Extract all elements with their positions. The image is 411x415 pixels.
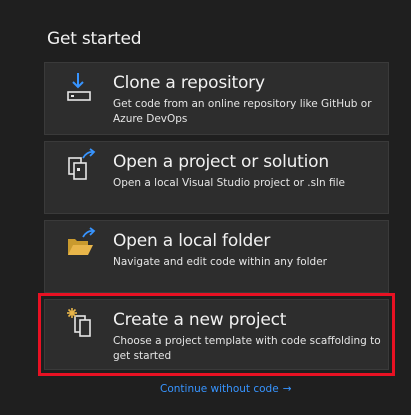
folder-open-icon — [65, 227, 99, 261]
create-new-project-button[interactable]: Create a new project Choose a project te… — [38, 293, 395, 376]
get-started-panel: Get started Clone a repository Get code … — [0, 0, 411, 415]
clone-repository-button[interactable]: Clone a repository Get code from an onli… — [44, 62, 389, 135]
card-title: Clone a repository — [113, 73, 265, 93]
card-description: Open a local Visual Studio project or .s… — [113, 177, 345, 189]
arrow-right-icon: → — [282, 383, 292, 395]
open-project-icon — [65, 148, 99, 182]
open-local-folder-button[interactable]: Open a local folder Navigate and edit co… — [44, 220, 389, 293]
clone-download-icon — [65, 69, 99, 103]
new-project-icon — [65, 306, 99, 340]
card-description: Choose a project template with code scaf… — [113, 335, 381, 362]
continue-without-code-link[interactable]: Continue without code → — [160, 382, 292, 397]
card-title: Open a local folder — [113, 231, 271, 251]
card-title: Create a new project — [113, 310, 287, 330]
card-description: Get code from an online repository like … — [113, 98, 372, 125]
continue-link-label: Continue without code — [160, 383, 279, 395]
card-description: Navigate and edit code within any folder — [113, 256, 327, 268]
open-project-button[interactable]: Open a project or solution Open a local … — [44, 141, 389, 214]
card-title: Open a project or solution — [113, 152, 329, 172]
section-title: Get started — [47, 29, 142, 49]
